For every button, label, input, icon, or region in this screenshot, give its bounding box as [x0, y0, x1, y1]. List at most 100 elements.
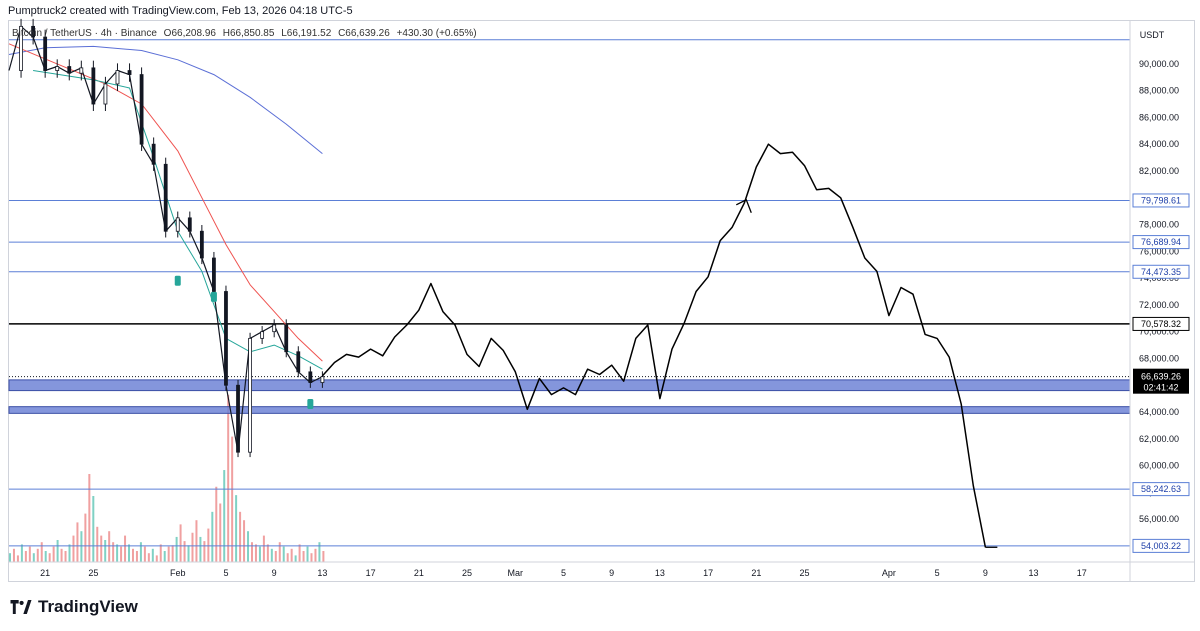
- candle-body: [43, 36, 48, 71]
- volume-bar: [231, 436, 234, 562]
- candle-body: [187, 217, 192, 232]
- x-tick-label: 13: [317, 568, 327, 578]
- support-zone-1: [8, 379, 1131, 392]
- volume-bar: [250, 542, 253, 562]
- x-tick-label: 9: [609, 568, 614, 578]
- volume-bar: [80, 531, 83, 562]
- volume-bar: [163, 551, 166, 562]
- volume-bar: [195, 520, 198, 562]
- tradingview-logo-icon: [10, 600, 32, 614]
- volume-bar: [20, 544, 23, 562]
- x-tick-label: Feb: [170, 568, 186, 578]
- volume-bar: [120, 546, 123, 562]
- candle-body: [248, 337, 252, 453]
- candle-body: [151, 143, 156, 165]
- x-tick-label: 17: [703, 568, 713, 578]
- candle-body: [284, 324, 289, 353]
- volume-bar: [116, 544, 119, 562]
- axis-layer: USDT54,000.0056,000.0058,000.0060,000.00…: [9, 21, 1195, 582]
- volume-bar: [40, 542, 43, 562]
- volume-bar: [203, 541, 206, 562]
- symbol-name[interactable]: Bitcoin / TetherUS · 4h · Binance: [12, 28, 157, 39]
- volume-bar: [270, 548, 273, 562]
- volume-bar: [12, 548, 15, 562]
- label-layer: 79,798.61 76,689.94 74,473.35 70,578.32 58,2…: [1132, 193, 1190, 553]
- volume-bar: [96, 526, 99, 562]
- volume-bar: [139, 542, 142, 562]
- candle-body: [175, 217, 180, 232]
- volume-bar: [76, 522, 79, 562]
- volume-bar: [28, 546, 31, 562]
- ohlc-high: H66,850.85: [222, 28, 275, 39]
- x-tick-label: 25: [462, 568, 472, 578]
- price-level-label: 74,473.35: [1141, 267, 1181, 277]
- price-layer: [8, 18, 325, 458]
- ohlc-open: O66,208.96: [163, 28, 216, 39]
- x-tick-label: 9: [272, 568, 277, 578]
- volume-bar: [318, 542, 321, 562]
- volume-bar: [266, 544, 269, 562]
- volume-bar: [64, 551, 67, 562]
- volume-bar: [16, 555, 19, 562]
- volume-bar: [262, 535, 265, 562]
- projection-layer: [321, 143, 998, 548]
- volume-bar: [159, 544, 162, 562]
- volume-bar: [314, 548, 317, 562]
- candle-body: [212, 257, 216, 292]
- volume-bar: [219, 503, 222, 562]
- volume-bar: [282, 546, 285, 562]
- x-tick-label: 21: [751, 568, 761, 578]
- candle-body: [127, 70, 132, 75]
- volume-bar: [32, 553, 35, 562]
- volume-bar: [88, 474, 91, 562]
- signal-marker-1: [174, 275, 181, 286]
- volume-bar: [151, 548, 154, 562]
- volume-bar: [199, 536, 202, 562]
- volume-bar: [9, 553, 11, 562]
- volume-bar: [207, 528, 210, 562]
- projection-path: [321, 143, 987, 548]
- x-tick-label: Apr: [882, 568, 896, 578]
- candle-body: [103, 83, 108, 105]
- volume-bar: [286, 553, 289, 562]
- volume-bar: [48, 553, 51, 562]
- x-tick-label: 21: [414, 568, 424, 578]
- chart-canvas[interactable]: USDT54,000.0056,000.0058,000.0060,000.00…: [0, 0, 1200, 631]
- volume-bar: [60, 548, 63, 562]
- volume-bar: [302, 551, 305, 562]
- volume-bar: [175, 536, 178, 562]
- tradingview-logo[interactable]: TradingView: [10, 597, 138, 617]
- volume-bar: [44, 551, 47, 562]
- candle-body: [139, 74, 144, 145]
- volume-bar: [183, 541, 186, 562]
- candle-body: [199, 230, 204, 259]
- volume-bar: [124, 535, 127, 562]
- volume-bar: [131, 548, 134, 562]
- volume-bar: [84, 513, 87, 562]
- x-tick-label: 17: [1077, 568, 1087, 578]
- x-tick-label: 9: [983, 568, 988, 578]
- y-tick-label: 82,000.00: [1139, 166, 1179, 176]
- volume-bar: [135, 551, 138, 562]
- volume-bar: [56, 540, 59, 562]
- signal-marker-2: [210, 291, 217, 302]
- x-tick-label: 13: [1029, 568, 1039, 578]
- candle-countdown: 02:41:42: [1143, 383, 1178, 393]
- volume-bar: [294, 555, 297, 562]
- volume-bar: [108, 531, 111, 562]
- x-tick-label: 13: [655, 568, 665, 578]
- ohlc-change: +430.30 (+0.65%): [396, 28, 477, 39]
- signal-marker-3: [307, 398, 314, 409]
- level-layer: [9, 39, 1130, 547]
- volume-bar: [223, 470, 226, 562]
- y-tick-label: 68,000.00: [1139, 353, 1179, 363]
- price-level-label: 76,689.94: [1141, 237, 1181, 247]
- volume-bar: [290, 548, 293, 562]
- candle-body: [308, 371, 313, 383]
- candle-body: [79, 67, 84, 74]
- x-tick-label: 25: [800, 568, 810, 578]
- x-tick-label: 5: [561, 568, 566, 578]
- volume-bar: [215, 486, 218, 562]
- candle-body: [260, 331, 265, 339]
- symbol-info-bar: Bitcoin / TetherUS · 4h · Binance O66,20…: [12, 28, 481, 39]
